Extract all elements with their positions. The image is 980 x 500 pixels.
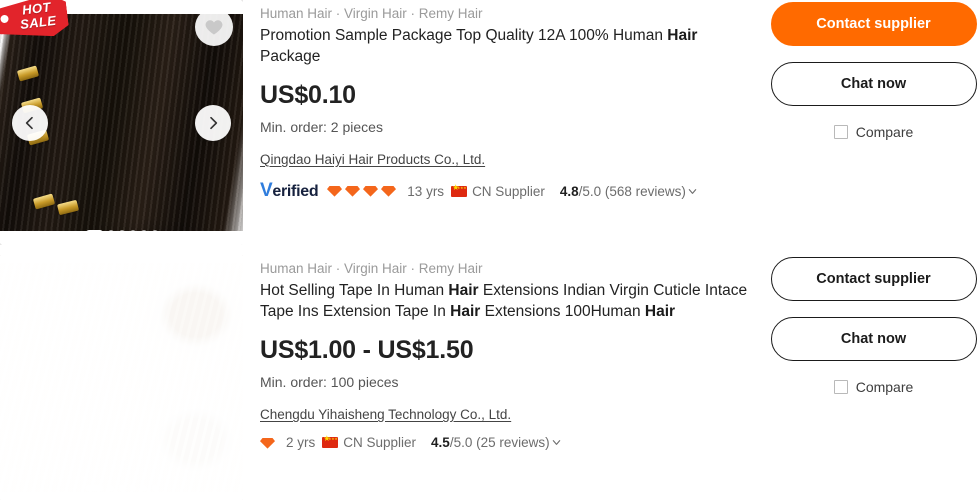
contact-supplier-button[interactable]: Contact supplier <box>770 2 977 46</box>
supplier-gem-rating <box>327 184 397 198</box>
product-title[interactable]: Hot Selling Tape In Human Hair Extension… <box>260 281 750 322</box>
product-listing-2[interactable]: Human Hair · Virgin Hair · Remy Hair Hot… <box>0 255 980 500</box>
gallery-dots-2[interactable] <box>0 485 243 491</box>
min-order: Min. order: 2 pieces <box>260 119 383 135</box>
title-segment: Promotion Sample Package Top Quality 12A… <box>260 27 668 44</box>
supplier-rating[interactable]: 4.5/5.0 (25 reviews) <box>431 435 562 450</box>
title-keyword: Hair <box>448 282 479 299</box>
title-segment: Extensions 100Human <box>480 302 645 320</box>
rating-detail: /5.0 (25 reviews) <box>449 435 550 450</box>
supplier-country: CN Supplier <box>472 183 545 199</box>
supplier-meta: Verified 13 yrs CN Supplier 4.8/5.0 (568… <box>260 180 750 202</box>
title-segment: Package <box>260 47 321 65</box>
title-keyword: Hair <box>450 302 481 320</box>
title-segment: Hot Selling Tape In Human <box>260 282 449 299</box>
compare-label: Compare <box>855 379 914 395</box>
heart-icon <box>205 20 223 35</box>
cn-flag-icon <box>322 433 339 448</box>
rating-score: 4.5 <box>431 435 450 450</box>
chat-now-button[interactable]: Chat now <box>770 62 977 106</box>
supplier-link[interactable]: Qingdao Haiyi Hair Products Co., Ltd. <box>260 152 485 167</box>
verified-v: V <box>260 180 273 201</box>
min-order: Min. order: 100 pieces <box>260 374 399 390</box>
product-actions-2: Contact supplier Chat now Compare <box>768 255 980 500</box>
compare-checkbox[interactable] <box>833 125 848 139</box>
gallery-dot[interactable] <box>151 230 158 236</box>
product-listing-1[interactable]: HOT SALE Human Hair · Virgin Hair · Remy… <box>0 0 980 245</box>
contact-supplier-button[interactable]: Contact supplier <box>770 257 977 301</box>
title-keyword: Hair <box>667 27 698 44</box>
gallery-dot[interactable] <box>140 230 147 236</box>
product-categories[interactable]: Human Hair · Virgin Hair · Remy Hair <box>260 259 750 278</box>
gallery-dot[interactable] <box>85 485 103 491</box>
cn-flag-icon <box>451 182 468 197</box>
product-title[interactable]: Promotion Sample Package Top Quality 12A… <box>260 26 750 67</box>
supplier-rating[interactable]: 4.8/5.0 (568 reviews) <box>560 184 698 199</box>
product-price: US$1.00 - US$1.50 <box>260 336 474 364</box>
compare-checkbox[interactable] <box>833 380 848 394</box>
gem-icon <box>363 186 379 197</box>
wishlist-button[interactable] <box>195 8 233 46</box>
supplier-years: 2 yrs <box>286 435 316 450</box>
gallery-dots-1[interactable] <box>0 230 243 236</box>
search-results-list: HOT SALE Human Hair · Virgin Hair · Remy… <box>0 0 980 500</box>
product-info-2: Human Hair · Virgin Hair · Remy Hair Hot… <box>243 255 768 500</box>
gem-icon <box>260 437 275 449</box>
compare-checkbox-row[interactable]: Compare <box>833 379 914 395</box>
product-price: US$0.10 <box>260 81 356 109</box>
product-image-2[interactable] <box>0 255 243 500</box>
chevron-down-icon <box>687 186 698 197</box>
supplier-years: 13 yrs <box>407 183 445 199</box>
gem-icon <box>381 186 397 197</box>
rating-detail: /5.0 (568 reviews) <box>578 183 686 199</box>
supplier-link[interactable]: Chengdu Yihaisheng Technology Co., Ltd. <box>260 407 511 422</box>
gallery-dot[interactable] <box>118 230 125 236</box>
product-info-1: Human Hair · Virgin Hair · Remy Hair Pro… <box>243 0 768 245</box>
supplier-meta: 2 yrs CN Supplier 4.5/5.0 (25 reviews) <box>260 433 750 450</box>
compare-label: Compare <box>855 124 914 140</box>
gallery-dot[interactable] <box>129 485 136 491</box>
gallery-dot[interactable] <box>151 485 158 491</box>
gallery-dot[interactable] <box>107 230 114 236</box>
title-keyword: Hair <box>644 302 676 320</box>
gallery-dot[interactable] <box>118 485 125 491</box>
product-categories[interactable]: Human Hair · Virgin Hair · Remy Hair <box>260 4 750 23</box>
gallery-dot[interactable] <box>107 485 114 491</box>
gem-icon <box>345 186 361 197</box>
gallery-dot[interactable] <box>140 485 147 491</box>
gallery-dot[interactable] <box>85 230 103 236</box>
verified-rest: erified <box>272 183 319 200</box>
chevron-left-icon <box>25 116 33 129</box>
compare-checkbox-row[interactable]: Compare <box>833 124 914 140</box>
chevron-right-icon <box>210 116 218 129</box>
gallery-dot[interactable] <box>129 230 136 236</box>
verified-badge: Verified <box>260 180 319 202</box>
rating-score: 4.8 <box>559 183 579 199</box>
product-gallery-1[interactable]: HOT SALE <box>0 0 243 245</box>
supplier-country: CN Supplier <box>343 435 417 450</box>
product-actions-1: Contact supplier Chat now Compare <box>768 0 980 245</box>
gallery-next-button[interactable] <box>195 104 231 141</box>
gallery-prev-button[interactable] <box>12 104 48 141</box>
product-gallery-2[interactable] <box>0 255 243 500</box>
gem-icon <box>327 186 343 197</box>
supplier-gem-rating <box>260 436 275 450</box>
chat-now-button[interactable]: Chat now <box>770 317 977 361</box>
chevron-down-icon <box>551 437 562 448</box>
